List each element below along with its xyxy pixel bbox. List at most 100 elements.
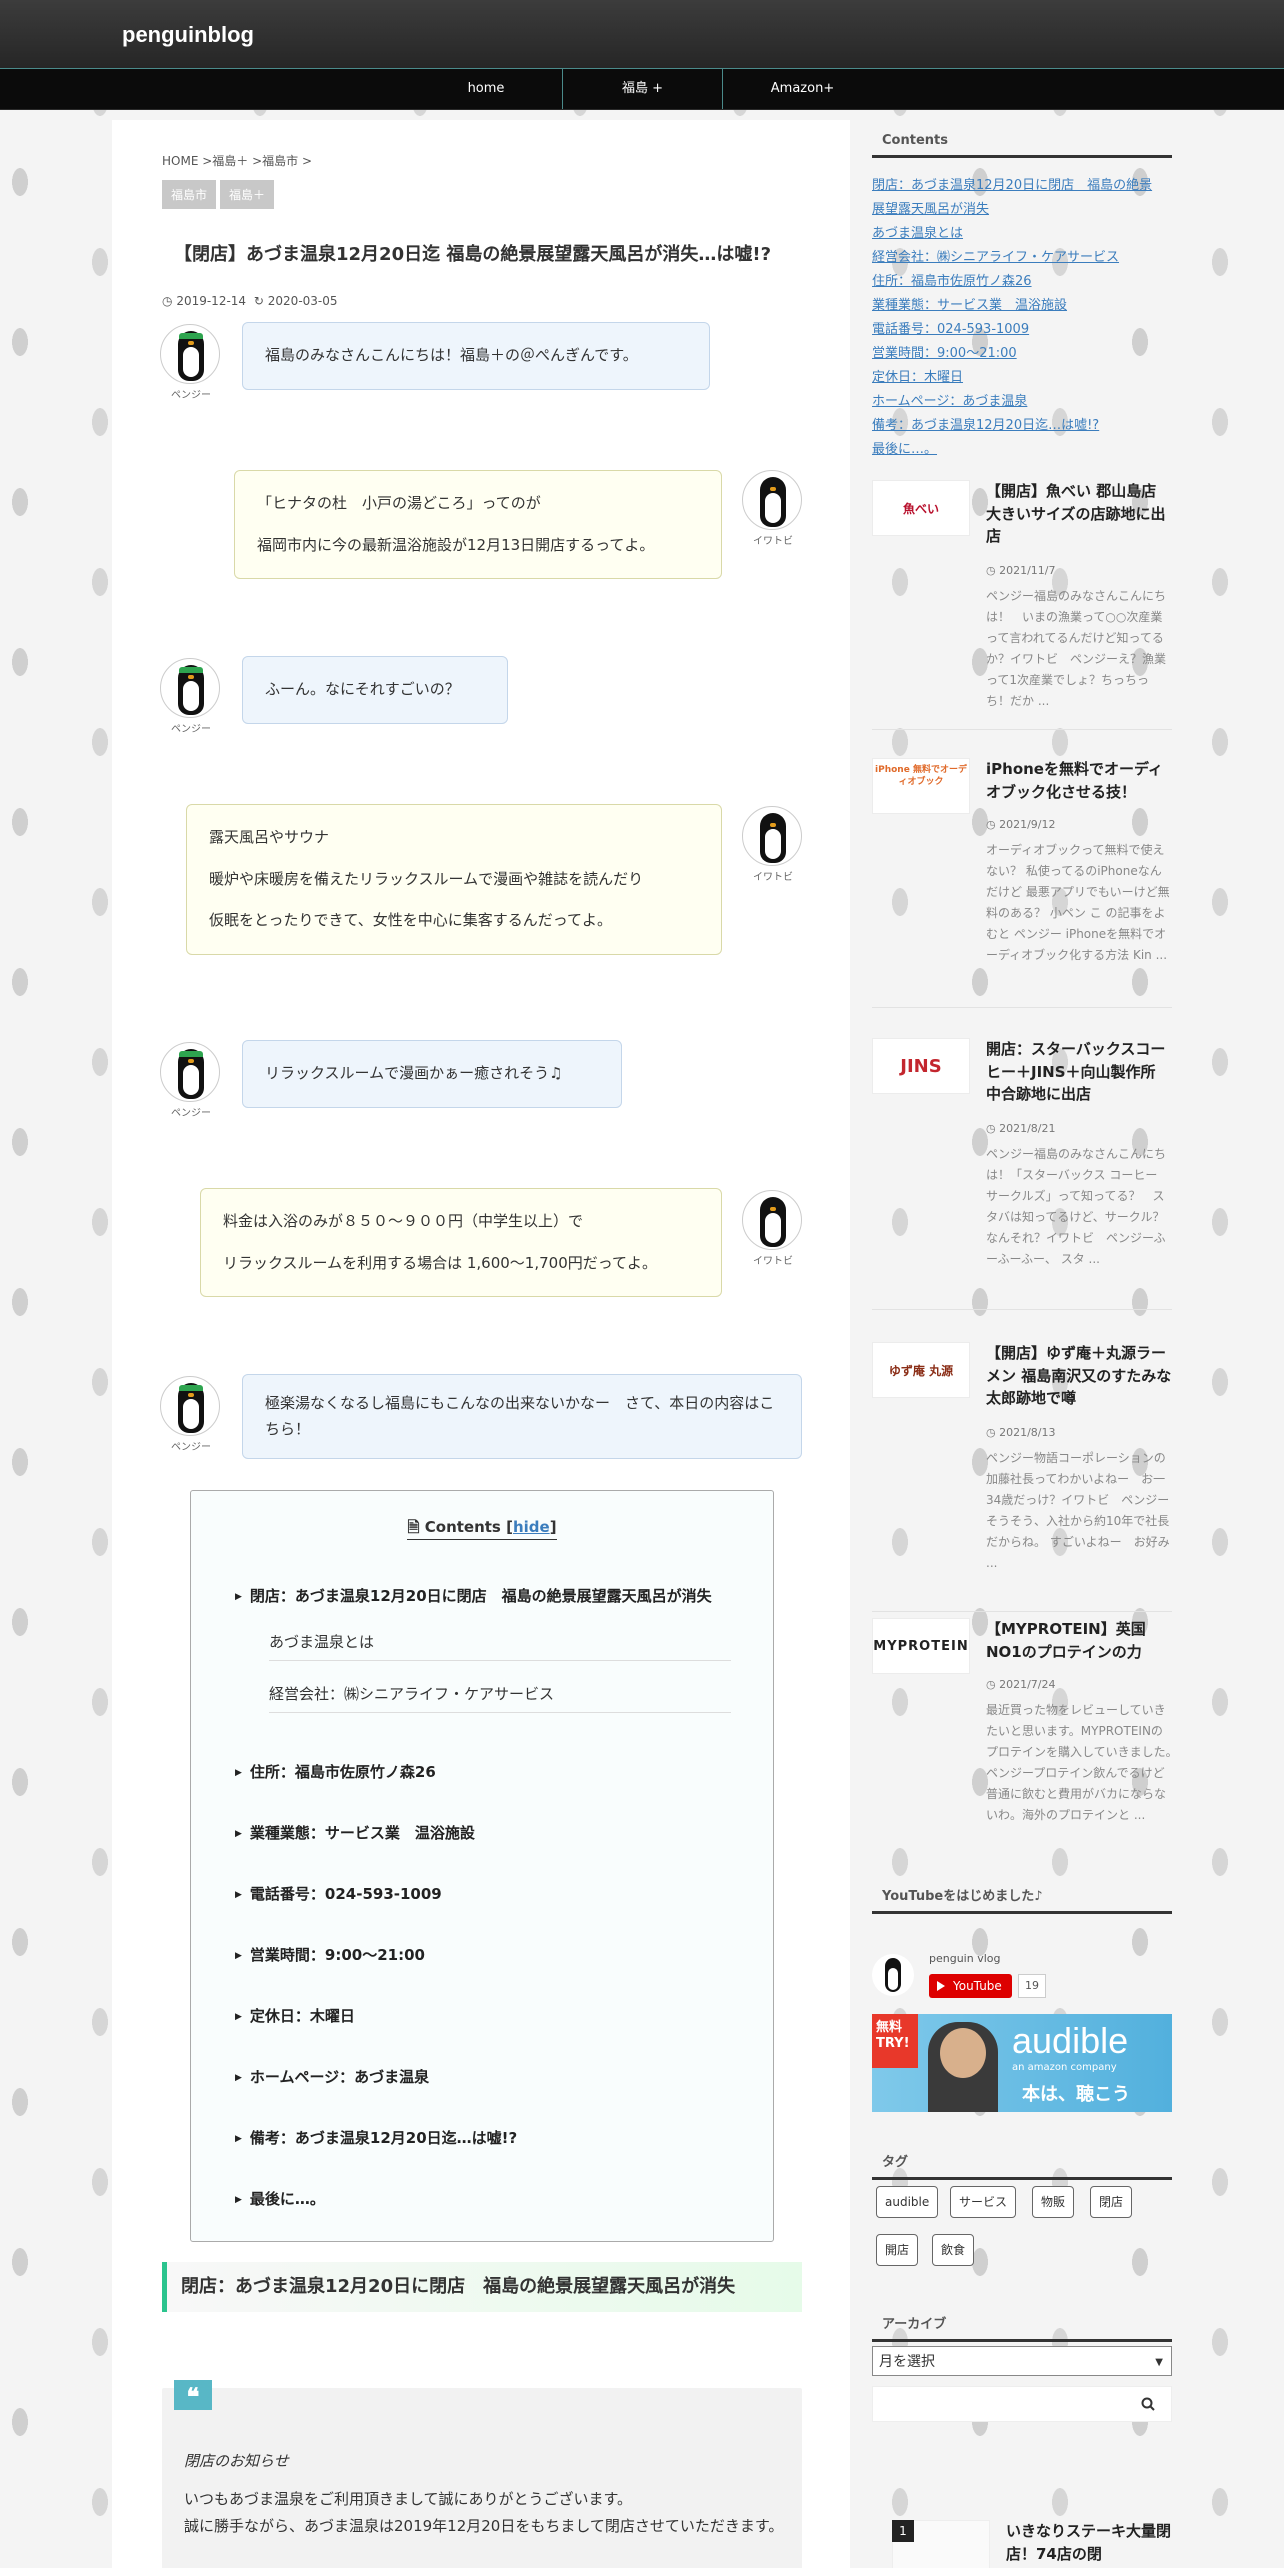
sidebar-toc-link[interactable]: ホームページ：あづま温泉 (872, 390, 1027, 409)
channel-avatar[interactable] (872, 1954, 914, 1996)
toc-title: 🗎 Contents [hide] (191, 1517, 773, 1542)
toc-hide-link[interactable]: hide (513, 1518, 550, 1536)
nav-item-amazon[interactable]: Amazon+ (722, 69, 882, 109)
widget-title-archive: アーカイブ (872, 2308, 1172, 2342)
global-nav: home 福島 + Amazon+ (0, 68, 1284, 110)
sidebar-toc-link[interactable]: 電話番号：024-593-1009 (872, 318, 1029, 337)
breadcrumb[interactable]: HOME >福島＋ >福島市 > (162, 152, 312, 169)
post-excerpt: ペンジー福島のみなさんこんにちは！「スターバックス コーヒー サークルズ」って知… (986, 1147, 1167, 1266)
tag-link[interactable]: 物販 (1032, 2186, 1075, 2218)
sidebar-toc-link[interactable]: 最後に…。 (872, 438, 937, 457)
toc-subitem[interactable]: 経営会社：㈱シニアライフ・ケアサービス (269, 1683, 731, 1713)
ad-face-image (940, 2028, 986, 2078)
post-date: ◷ 2021/9/12 (986, 818, 1056, 831)
speaker-name: ペンジー (171, 724, 211, 735)
section-heading: 閉店：あづま温泉12月20日に閉店 福島の絶景展望露天風呂が消失 (162, 2262, 802, 2312)
ranking-item[interactable]: 1 いきなりステーキ大量閉店！74店の閉 (892, 2520, 1172, 2568)
sidebar-toc-link[interactable]: 展望露天風呂が消失 (872, 198, 989, 217)
sidebar-post[interactable]: MYPROTEIN 【MYPROTEIN】英国NO1のプロテインの力 ◷ 202… (872, 1618, 1184, 1878)
sidebar-toc-link[interactable]: 経営会社：㈱シニアライフ・ケアサービス (872, 246, 1119, 265)
widget-title-contents: Contents (872, 124, 1172, 158)
post-thumbnail[interactable]: JINS (872, 1038, 970, 1094)
search-icon[interactable] (1141, 2397, 1155, 2411)
category-tag[interactable]: 福島＋ (220, 180, 275, 209)
penguin-avatar (160, 1042, 220, 1102)
nav-item-fukushima[interactable]: 福島 + (562, 69, 722, 109)
tag-link[interactable]: サービス (950, 2186, 1017, 2218)
sidebar-toc-link[interactable]: 閉店：あづま温泉12月20日に閉店 福島の絶景 (872, 174, 1152, 193)
sidebar-toc-link[interactable]: 住所：福島市佐原竹ノ森26 (872, 270, 1032, 289)
tag-link[interactable]: audible (876, 2186, 939, 2218)
nav-item-home[interactable]: home (410, 69, 562, 109)
post-title[interactable]: iPhoneを無料でオーディオブック化させる技！ (986, 758, 1172, 803)
tag-link[interactable]: 閉店 (1090, 2186, 1133, 2218)
entry-dates: ◷ 2019-12-14 ↻ 2020-03-05 (162, 294, 338, 308)
toc-item[interactable]: 住所：福島市佐原竹ノ森26 (235, 1761, 436, 1782)
balloon-text: 露天風呂やサウナ (209, 828, 330, 846)
post-title[interactable]: 【開店】ゆず庵＋丸源ラーメン 福島南沢又のすたみな太郎跡地で噂 (986, 1342, 1172, 1410)
audible-ad-banner[interactable]: 無料 TRY! audible an amazon company 本は、聴こう (872, 2014, 1172, 2112)
quote-title: 閉店のお知らせ (184, 2452, 289, 2470)
ranking-number: 1 (892, 2520, 914, 2542)
speaker-left: ペンジー (160, 1376, 222, 1453)
sidebar-toc-link[interactable]: あづま温泉とは (872, 222, 963, 241)
penguin-avatar (160, 324, 220, 384)
speaker-left: ペンジー (160, 1042, 222, 1119)
clock-icon: ◷ (986, 1678, 1000, 1691)
sidebar-post[interactable]: ゆず庵 丸源 【開店】ゆず庵＋丸源ラーメン 福島南沢又のすたみな太郎跡地で噂 ◷… (872, 1342, 1172, 1612)
toc-item[interactable]: 最後に…。 (235, 2188, 325, 2209)
post-thumbnail[interactable]: iPhone 無料でオーディオブック (872, 758, 970, 814)
post-date: ◷ 2021/11/7 (986, 564, 1056, 577)
search-input[interactable] (872, 2386, 1172, 2422)
sidebar-toc-link[interactable]: 業種業態：サービス業 温浴施設 (872, 294, 1067, 313)
balloon-text: リラックスルームで漫画かぁー癒されそう♫ (265, 1064, 563, 1082)
toc-item[interactable]: 業種業態：サービス業 温浴施設 (235, 1822, 475, 1843)
post-excerpt: ペンジー物語コーポレーションの加藤社長ってわかいよねー お一34歳だっけ？イワト… (986, 1451, 1170, 1570)
toc-subitem[interactable]: あづま温泉とは (269, 1631, 731, 1661)
toc-item[interactable]: 備考：あづま温泉12月20日迄…は嘘!? (235, 2127, 517, 2148)
youtube-subscribe-button[interactable]: YouTube (929, 1974, 1012, 1998)
category-tag[interactable]: 福島市 (162, 180, 217, 209)
archive-select-value: 月を選択 (879, 2354, 935, 2370)
toc-item[interactable]: 営業時間：9:00～21:00 (235, 1944, 425, 1965)
post-excerpt: ペンジー福島のみなさんこんにちは！ いまの漁業って○○次産業って言われてるんだけ… (986, 589, 1167, 708)
chevron-down-icon: ▼ (1155, 2357, 1163, 2368)
post-thumbnail[interactable]: MYPROTEIN (872, 1618, 970, 1674)
toc-item[interactable]: 定休日：木曜日 (235, 2005, 355, 2026)
balloon-text: 福島のみなさんこんにちは！福島＋の＠ぺんぎんです。 (265, 346, 638, 364)
post-date: ◷ 2021/8/21 (986, 1122, 1056, 1135)
main-content: HOME >福島＋ >福島市 > 福島市 福島＋ 【閉店】あづま温泉12月20日迄… (112, 120, 850, 2568)
sidebar-toc-link[interactable]: 備考：あづま温泉12月20日迄…は嘘!? (872, 414, 1099, 433)
ranking-title[interactable]: いきなりステーキ大量閉店！74店の閉 (1006, 2520, 1176, 2565)
speech-balloon: 「ヒナタの杜 小戸の湯どころ」ってのが 福岡市内に今の最新温浴施設が12月13日… (234, 470, 722, 579)
tag-link[interactable]: 開店 (876, 2234, 919, 2266)
sidebar-toc-link[interactable]: 定休日：木曜日 (872, 366, 963, 385)
speaker-right: イワトビ (742, 806, 804, 883)
sidebar-post[interactable]: 魚べい 【開店】魚べい 郡山島店 大きいサイズの店跡地に出店 ◷ 2021/11… (872, 480, 1172, 730)
channel-name[interactable]: penguin vlog (929, 1952, 1000, 1965)
archive-select[interactable]: 月を選択 ▼ (872, 2346, 1172, 2376)
balloon-text: 「ヒナタの杜 小戸の湯どころ」ってのが (257, 494, 541, 512)
post-thumbnail[interactable]: ゆず庵 丸源 (872, 1342, 970, 1398)
toc-item[interactable]: 閉店：あづま温泉12月20日に閉店 福島の絶景展望露天風呂が消失 (235, 1585, 712, 1606)
site-title[interactable]: penguinblog (122, 22, 254, 48)
refresh-icon: ↻ (253, 294, 264, 308)
sidebar-toc-link[interactable]: 営業時間：9:00～21:00 (872, 342, 1017, 361)
post-excerpt: 最近買った物をレビューしていきたいと思います。MYPROTEINのプロテインを購… (986, 1703, 1184, 1822)
speaker-left: ペンジー (160, 658, 222, 735)
toc-item[interactable]: ホームページ：あづま温泉 (235, 2066, 429, 2087)
post-title[interactable]: 【開店】魚べい 郡山島店 大きいサイズの店跡地に出店 (986, 480, 1172, 548)
post-thumbnail[interactable]: 魚べい (872, 480, 970, 536)
quote-icon: ❝ (174, 2380, 212, 2411)
youtube-widget: penguin vlog YouTube 19 (872, 1940, 1172, 2020)
speech-balloon: 福島のみなさんこんにちは！福島＋の＠ぺんぎんです。 (242, 322, 710, 390)
ad-subtitle: an amazon company (1012, 2062, 1117, 2073)
clock-icon: ◷ (986, 818, 1000, 831)
quote-line: いつもあづま温泉をご利用頂きまして誠にありがとうございます。 (184, 2490, 633, 2509)
tag-link[interactable]: 飲食 (932, 2234, 975, 2266)
sidebar-post[interactable]: iPhone 無料でオーディオブック iPhoneを無料でオーディオブック化させ… (872, 758, 1172, 1008)
post-title[interactable]: 開店：スターバックスコーヒー＋JINS＋向山製作所 中合跡地に出店 (986, 1038, 1172, 1106)
toc-item[interactable]: 電話番号：024-593-1009 (235, 1883, 442, 1904)
post-title[interactable]: 【MYPROTEIN】英国NO1のプロテインの力 (986, 1618, 1172, 1663)
sidebar-post[interactable]: JINS 開店：スターバックスコーヒー＋JINS＋向山製作所 中合跡地に出店 ◷… (872, 1038, 1172, 1310)
